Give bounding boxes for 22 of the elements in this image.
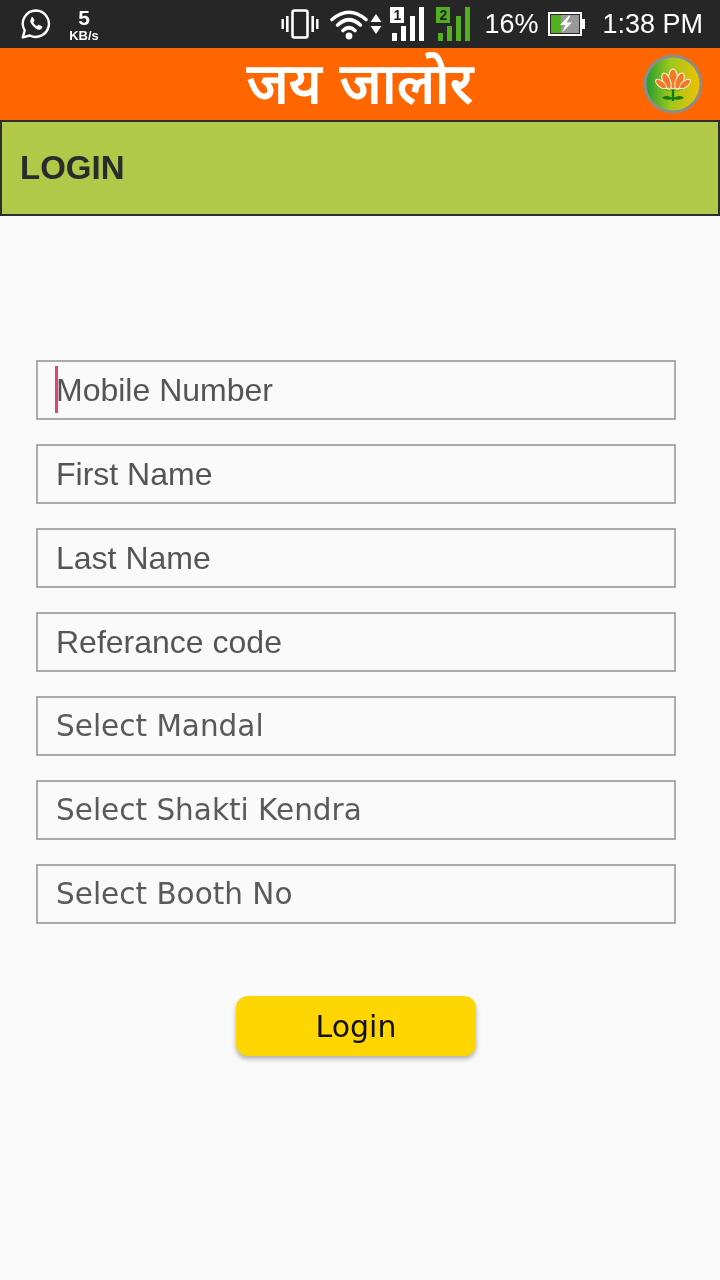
app-title: जय जालोर — [246, 50, 474, 118]
section-title: LOGIN — [20, 148, 125, 188]
sim-number: 1 — [390, 7, 405, 23]
network-speed-unit: KB/s — [69, 28, 99, 42]
battery-percentage: 16% — [484, 10, 539, 38]
clock-time: 1:38 PM — [602, 10, 703, 38]
text-input-field[interactable]: Mobile Number — [36, 360, 676, 420]
chat-phone-icon — [20, 8, 52, 40]
data-arrows-icon — [370, 12, 383, 36]
battery-charging-icon — [548, 12, 587, 36]
dropdown-field[interactable]: Select Booth No — [36, 864, 676, 924]
text-input-field[interactable]: First Name — [36, 444, 676, 504]
vibrate-icon — [281, 8, 320, 40]
text-input-field[interactable]: Referance code — [36, 612, 676, 672]
login-button[interactable]: Login — [236, 996, 476, 1056]
dropdown-field[interactable]: Select Shakti Kendra — [36, 780, 676, 840]
text-input-field[interactable]: Last Name — [36, 528, 676, 588]
dropdown-field[interactable]: Select Mandal — [36, 696, 676, 756]
network-speed-value: 5 — [78, 6, 90, 28]
wifi-icon — [329, 8, 370, 40]
sim-number: 2 — [436, 7, 451, 23]
lotus-emblem-icon — [643, 54, 703, 114]
